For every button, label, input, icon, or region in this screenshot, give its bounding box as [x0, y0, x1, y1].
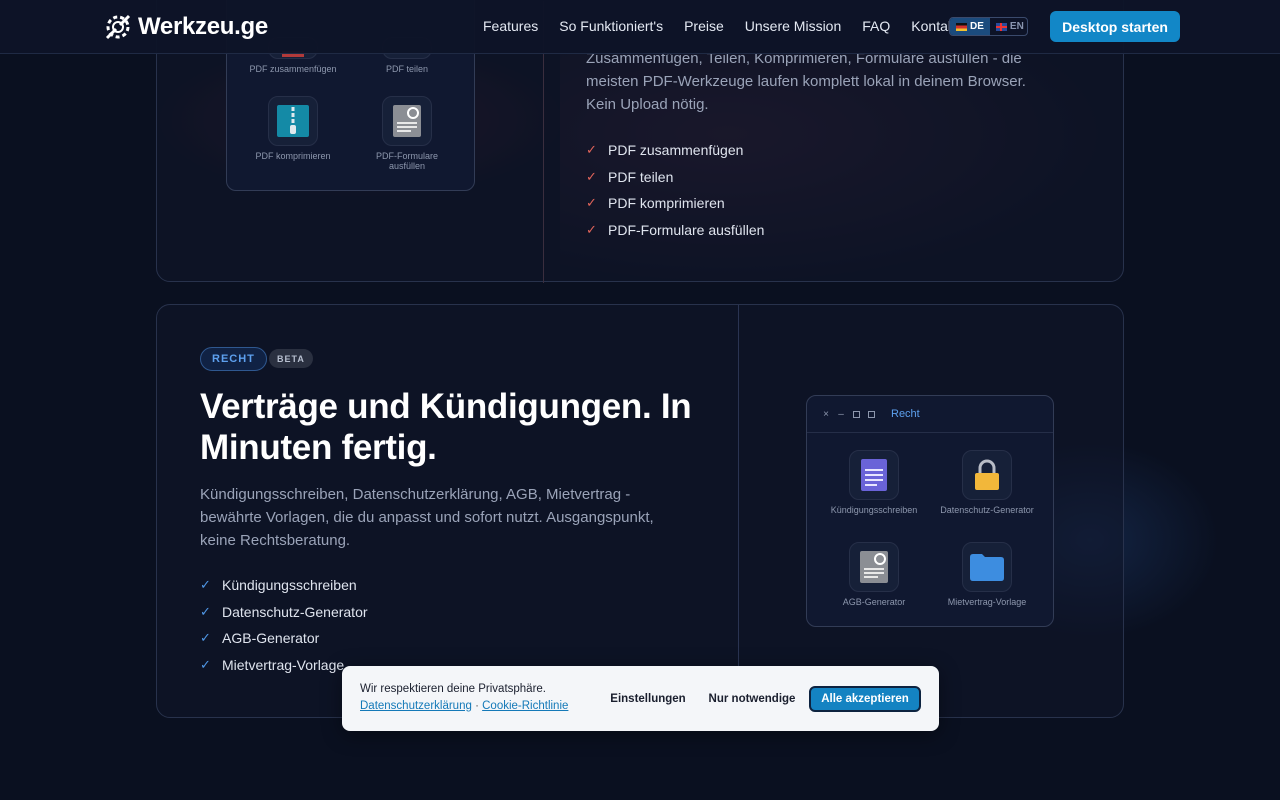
- lang-de-label: DE: [970, 21, 984, 32]
- tool-label: AGB-Generator: [842, 597, 906, 607]
- category-badge: RECHT: [200, 347, 267, 371]
- window-title: Recht: [891, 408, 920, 420]
- form-icon: [382, 96, 432, 146]
- card-divider: [738, 305, 739, 719]
- tool-rental-contract[interactable]: Mietvertrag-Vorlage: [937, 542, 1037, 607]
- tool-label: PDF komprimieren: [255, 151, 331, 161]
- tool-label: Mietvertrag-Vorlage: [947, 597, 1027, 607]
- language-switcher: DE EN: [949, 17, 1028, 36]
- tool-label: PDF zusammenfügen: [249, 64, 337, 74]
- cookie-policy-link[interactable]: Cookie-Richtlinie: [482, 700, 568, 712]
- list-item: ✓ PDF komprimieren: [586, 190, 764, 217]
- restore-icon[interactable]: [867, 410, 875, 418]
- cookie-message: Wir respektieren deine Privatsphäre.: [360, 683, 546, 695]
- lock-icon: [962, 450, 1012, 500]
- list-item: ✓ PDF-Formulare ausfüllen: [586, 217, 764, 244]
- privacy-policy-link[interactable]: Datenschutzerklärung: [360, 700, 472, 712]
- maximize-icon[interactable]: [852, 410, 860, 418]
- logo-text: Werkzeu.ge: [138, 13, 268, 40]
- zip-icon: [268, 96, 318, 146]
- nav-faq[interactable]: FAQ: [862, 18, 890, 34]
- uk-flag-icon: [995, 22, 1007, 31]
- nav-features[interactable]: Features: [483, 18, 538, 34]
- link-separator: ·: [475, 700, 479, 712]
- site-header: Werkzeu.ge Features So Funktioniert's Pr…: [0, 0, 1280, 54]
- legal-tools-window: × – Recht Kündigungsschreiben Datenschut…: [806, 395, 1054, 627]
- legal-feature-list: ✓ Kündigungsschreiben ✓ Datenschutz-Genera…: [200, 572, 368, 678]
- cookie-necessary-button[interactable]: Nur notwendige: [701, 686, 803, 712]
- cookie-links: Datenschutzerklärung · Cookie-Richtlinie: [360, 700, 568, 712]
- cookie-banner: Wir respektieren deine Privatsphäre. Dat…: [342, 666, 939, 731]
- feature-label: PDF komprimieren: [608, 195, 725, 212]
- nav-pricing[interactable]: Preise: [684, 18, 724, 34]
- pdf-description: Zusammenfügen, Teilen, Komprimieren, For…: [586, 50, 1026, 113]
- tool-label: Kündigungsschreiben: [830, 505, 918, 515]
- list-item: ✓ Kündigungsschreiben: [200, 572, 368, 599]
- logo[interactable]: Werkzeu.ge: [102, 11, 268, 43]
- german-flag-icon: [956, 22, 967, 31]
- document-icon: [849, 450, 899, 500]
- check-icon: ✓: [586, 142, 597, 158]
- check-icon: ✓: [586, 195, 597, 211]
- list-item: ✓ AGB-Generator: [200, 625, 368, 652]
- main-nav: Features So Funktioniert's Preise Unsere…: [483, 18, 959, 34]
- tool-privacy-generator[interactable]: Datenschutz-Generator: [937, 450, 1037, 515]
- feature-label: PDF teilen: [608, 168, 674, 185]
- feature-label: Mietvertrag-Vorlage: [222, 657, 345, 674]
- feature-label: PDF zusammenfügen: [608, 142, 744, 159]
- folder-icon: [962, 542, 1012, 592]
- minimize-icon[interactable]: –: [837, 409, 845, 420]
- close-icon[interactable]: ×: [822, 409, 830, 420]
- feature-label: Datenschutz-Generator: [222, 603, 368, 620]
- list-item: ✓ PDF teilen: [586, 164, 764, 191]
- check-icon: ✓: [586, 168, 597, 184]
- tool-agb-generator[interactable]: AGB-Generator: [824, 542, 924, 607]
- lang-en-option[interactable]: EN: [990, 18, 1027, 35]
- feature-label: PDF-Formulare ausfüllen: [608, 222, 765, 239]
- beta-badge: BETA: [269, 349, 313, 368]
- gear-wrench-logo-icon: [105, 14, 131, 40]
- list-item: ✓ Datenschutz-Generator: [200, 599, 368, 626]
- cookie-settings-button[interactable]: Einstellungen: [604, 686, 692, 712]
- desktop-start-button[interactable]: Desktop starten: [1050, 11, 1180, 42]
- check-icon: ✓: [586, 222, 597, 238]
- tool-label: PDF-Formulare ausfüllen: [375, 151, 438, 171]
- nav-mission[interactable]: Unsere Mission: [745, 18, 841, 34]
- tool-label: Datenschutz-Generator: [940, 505, 1034, 515]
- nav-how-it-works[interactable]: So Funktioniert's: [559, 18, 663, 34]
- check-icon: ✓: [200, 603, 211, 619]
- lang-en-label: EN: [1009, 21, 1024, 32]
- check-icon: ✓: [200, 657, 211, 673]
- check-icon: ✓: [200, 630, 211, 646]
- window-titlebar: × – Recht: [807, 396, 1053, 433]
- tool-label: PDF teilen: [385, 64, 429, 74]
- pdf-feature-list: ✓ PDF zusammenfügen ✓ PDF teilen ✓ PDF komp…: [586, 137, 764, 243]
- lang-de-option[interactable]: DE: [950, 18, 990, 35]
- list-item: ✓ PDF zusammenfügen: [586, 137, 764, 164]
- tool-termination-letter[interactable]: Kündigungsschreiben: [824, 450, 924, 515]
- legal-description: Kündigungsschreiben, Datenschutzerklärun…: [200, 486, 654, 549]
- feature-label: AGB-Generator: [222, 630, 320, 647]
- feature-label: Kündigungsschreiben: [222, 577, 357, 594]
- tool-pdf-forms[interactable]: PDF-Formulare ausfüllen: [357, 96, 457, 171]
- cookie-accept-all-button[interactable]: Alle akzeptieren: [809, 686, 921, 712]
- tool-pdf-compress[interactable]: PDF komprimieren: [243, 96, 343, 161]
- check-icon: ✓: [200, 577, 211, 593]
- section-heading: Verträge und Kündigungen. In Minuten fer…: [200, 387, 692, 467]
- form-icon: [849, 542, 899, 592]
